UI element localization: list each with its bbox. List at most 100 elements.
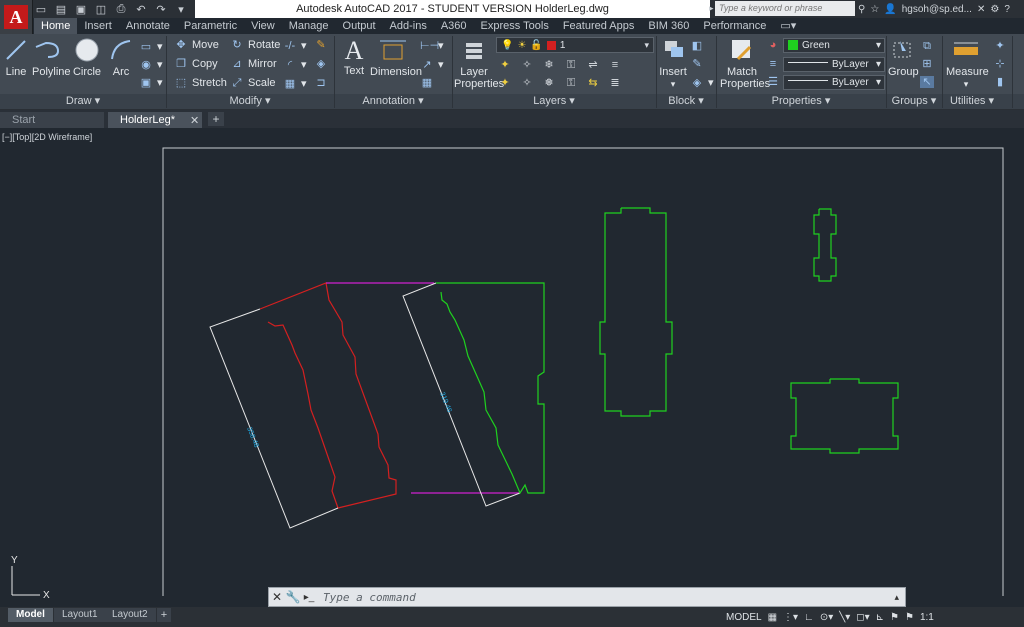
otrack-icon[interactable]: ⊾ <box>876 612 884 623</box>
save-icon[interactable]: ▣ <box>74 3 88 16</box>
saveas-icon[interactable]: ◫ <box>94 3 108 16</box>
layer-walk-icon[interactable]: ≡ <box>608 59 622 71</box>
layout-tab-layout1[interactable]: Layout1 <box>54 608 106 622</box>
osnap-icon[interactable]: ◻▾ <box>856 612 869 623</box>
open-icon[interactable]: ▤ <box>54 3 68 16</box>
draw-panel-title[interactable]: Draw ▾ <box>0 94 166 109</box>
layers-panel-title[interactable]: Layers ▾ <box>452 94 656 109</box>
tab-bim360[interactable]: BIM 360 <box>641 18 696 34</box>
mirror-button[interactable]: ⊿ Mirror <box>230 58 276 70</box>
polar-icon[interactable]: ⊙▾ <box>820 612 833 623</box>
measure-button[interactable]: Measure ▾ <box>946 37 989 90</box>
trim-icon[interactable]: -/- ▾ <box>283 39 307 53</box>
fillet-icon[interactable]: ◜ ▾ <box>283 58 307 72</box>
command-input[interactable]: Type a command <box>323 591 416 604</box>
auto-scale-icon[interactable]: ⚑ <box>905 612 914 623</box>
command-history-icon[interactable]: ▸_ <box>301 592 317 603</box>
add-layout-icon[interactable]: + <box>157 608 171 622</box>
layer-iso-icon[interactable]: ✦ <box>498 59 512 71</box>
isodraft-icon[interactable]: ╲▾ <box>839 612 850 623</box>
group-edit-icon[interactable]: ⊞ <box>920 58 934 70</box>
tab-annotate[interactable]: Annotate <box>119 18 177 34</box>
dimension-button[interactable]: Dimension <box>370 37 422 78</box>
block-panel-title[interactable]: Block ▾ <box>656 94 716 109</box>
grid-icon[interactable]: ▦ <box>768 612 777 623</box>
layer-off-icon[interactable]: ✧ <box>520 59 534 71</box>
tab-express-tools[interactable]: Express Tools <box>474 18 556 34</box>
tab-view[interactable]: View <box>244 18 282 34</box>
snap-icon[interactable]: ⋮▾ <box>783 612 798 623</box>
line-button[interactable]: Line <box>4 37 28 78</box>
user-name[interactable]: hgsoh@sp.ed... <box>902 4 972 15</box>
search-arrow-icon[interactable]: ▸ <box>709 3 714 14</box>
layout-tab-model[interactable]: Model <box>8 608 53 622</box>
linear-dim-icon[interactable]: ⊢⊣ ▾ <box>420 39 444 53</box>
print-icon[interactable]: ⎙ <box>114 3 128 16</box>
lineweight-icon[interactable]: ≡ <box>766 58 780 70</box>
layer-lock-tool-icon[interactable]: ⚿ <box>564 59 578 71</box>
lineweight-dropdown[interactable]: ByLayer ▾ <box>783 57 885 72</box>
properties-panel-title[interactable]: Properties ▾ <box>716 94 886 109</box>
linetype-icon[interactable]: ☰ <box>766 76 780 88</box>
layer-previous-icon[interactable]: ⇆ <box>586 77 600 89</box>
tab-parametric[interactable]: Parametric <box>177 18 244 34</box>
undo-icon[interactable]: ↶ <box>134 3 148 16</box>
color-dropdown[interactable]: Green ▾ <box>783 38 885 53</box>
layer-unlock-icon[interactable]: ⚿ <box>564 77 578 89</box>
help-icon[interactable]: ? <box>1004 4 1010 15</box>
annotation-panel-title[interactable]: Annotation ▾ <box>334 94 452 109</box>
tab-output[interactable]: Output <box>336 18 383 34</box>
tab-performance[interactable]: Performance <box>696 18 773 34</box>
group-button[interactable]: Group <box>888 37 919 78</box>
new-icon[interactable]: ▭ <box>34 3 48 16</box>
customize-icon[interactable]: ▾ <box>174 3 188 16</box>
layout-tab-layout2[interactable]: Layout2 <box>104 608 156 622</box>
stretch-button[interactable]: ⬚ Stretch <box>174 77 227 89</box>
attribute-icon[interactable]: ◈ ▾ <box>690 76 714 90</box>
close-icon[interactable]: ✕ <box>269 590 285 604</box>
calculator-icon[interactable]: ▮ <box>993 76 1007 88</box>
offset-icon[interactable]: ⊐ <box>314 77 328 89</box>
chevron-up-icon[interactable]: ▴ <box>894 592 899 603</box>
color-wheel-icon[interactable]: ◕ <box>766 39 780 51</box>
tab-start[interactable]: Start <box>0 112 104 128</box>
annotation-scale-button[interactable]: 1:1 <box>920 612 934 623</box>
new-tab-button[interactable]: + <box>208 112 224 126</box>
modify-panel-title[interactable]: Modify ▾ <box>166 94 334 109</box>
star-icon[interactable]: ☆ <box>870 4 879 15</box>
model-space-button[interactable]: MODEL <box>726 612 762 623</box>
insert-button[interactable]: Insert ▾ <box>659 37 687 90</box>
text-button[interactable]: A Text <box>340 37 368 78</box>
layer-thaw-icon[interactable]: ❅ <box>542 77 556 89</box>
layer-dropdown[interactable]: 💡 ☀ 🔓 1 ▾ <box>496 37 654 53</box>
utilities-panel-title[interactable]: Utilities ▾ <box>942 94 1002 109</box>
drawing-canvas[interactable]: 358.48 319.46 Y X <box>0 128 1024 606</box>
polyline-button[interactable]: Polyline <box>32 37 71 78</box>
application-menu-button[interactable]: A <box>0 0 33 34</box>
tab-manage[interactable]: Manage <box>282 18 336 34</box>
tab-holderleg[interactable]: HolderLeg* <box>108 112 202 128</box>
viewport-controls[interactable]: [−][Top][2D Wireframe] <box>2 132 92 142</box>
layer-unisolate-icon[interactable]: ✦ <box>498 77 512 89</box>
user-icon[interactable]: 👤 <box>884 4 896 15</box>
ortho-icon[interactable]: ∟ <box>804 612 814 623</box>
scale-button[interactable]: ⤢ Scale <box>230 77 276 89</box>
binoculars-icon[interactable]: ⚲ <box>858 4 865 15</box>
edit-block-icon[interactable]: ✎ <box>690 58 704 70</box>
array-icon[interactable]: ▦ ▾ <box>283 77 307 91</box>
rotate-button[interactable]: ↻ Rotate <box>230 39 280 51</box>
ribbon-options-icon[interactable]: ▭▾ <box>773 18 803 34</box>
table-icon[interactable]: ▦ <box>420 77 434 89</box>
circle-button[interactable]: Circle <box>72 37 102 78</box>
wrench-icon[interactable]: 🔧 <box>285 590 301 604</box>
close-tab-icon[interactable]: ✕ <box>190 114 199 127</box>
groups-panel-title[interactable]: Groups ▾ <box>886 94 942 109</box>
group-select-icon[interactable]: ↖ <box>920 76 934 88</box>
move-button[interactable]: ✥ Move <box>174 39 219 51</box>
erase-icon[interactable]: ✎ <box>314 39 328 51</box>
leader-icon[interactable]: ↗ ▾ <box>420 58 443 72</box>
linetype-dropdown[interactable]: ByLayer ▾ <box>783 75 885 90</box>
rectangle-icon[interactable]: ▭ ▾ <box>139 40 163 54</box>
arc-button[interactable]: Arc <box>108 37 134 78</box>
hatch-icon[interactable]: ◉ ▾ <box>139 58 162 72</box>
